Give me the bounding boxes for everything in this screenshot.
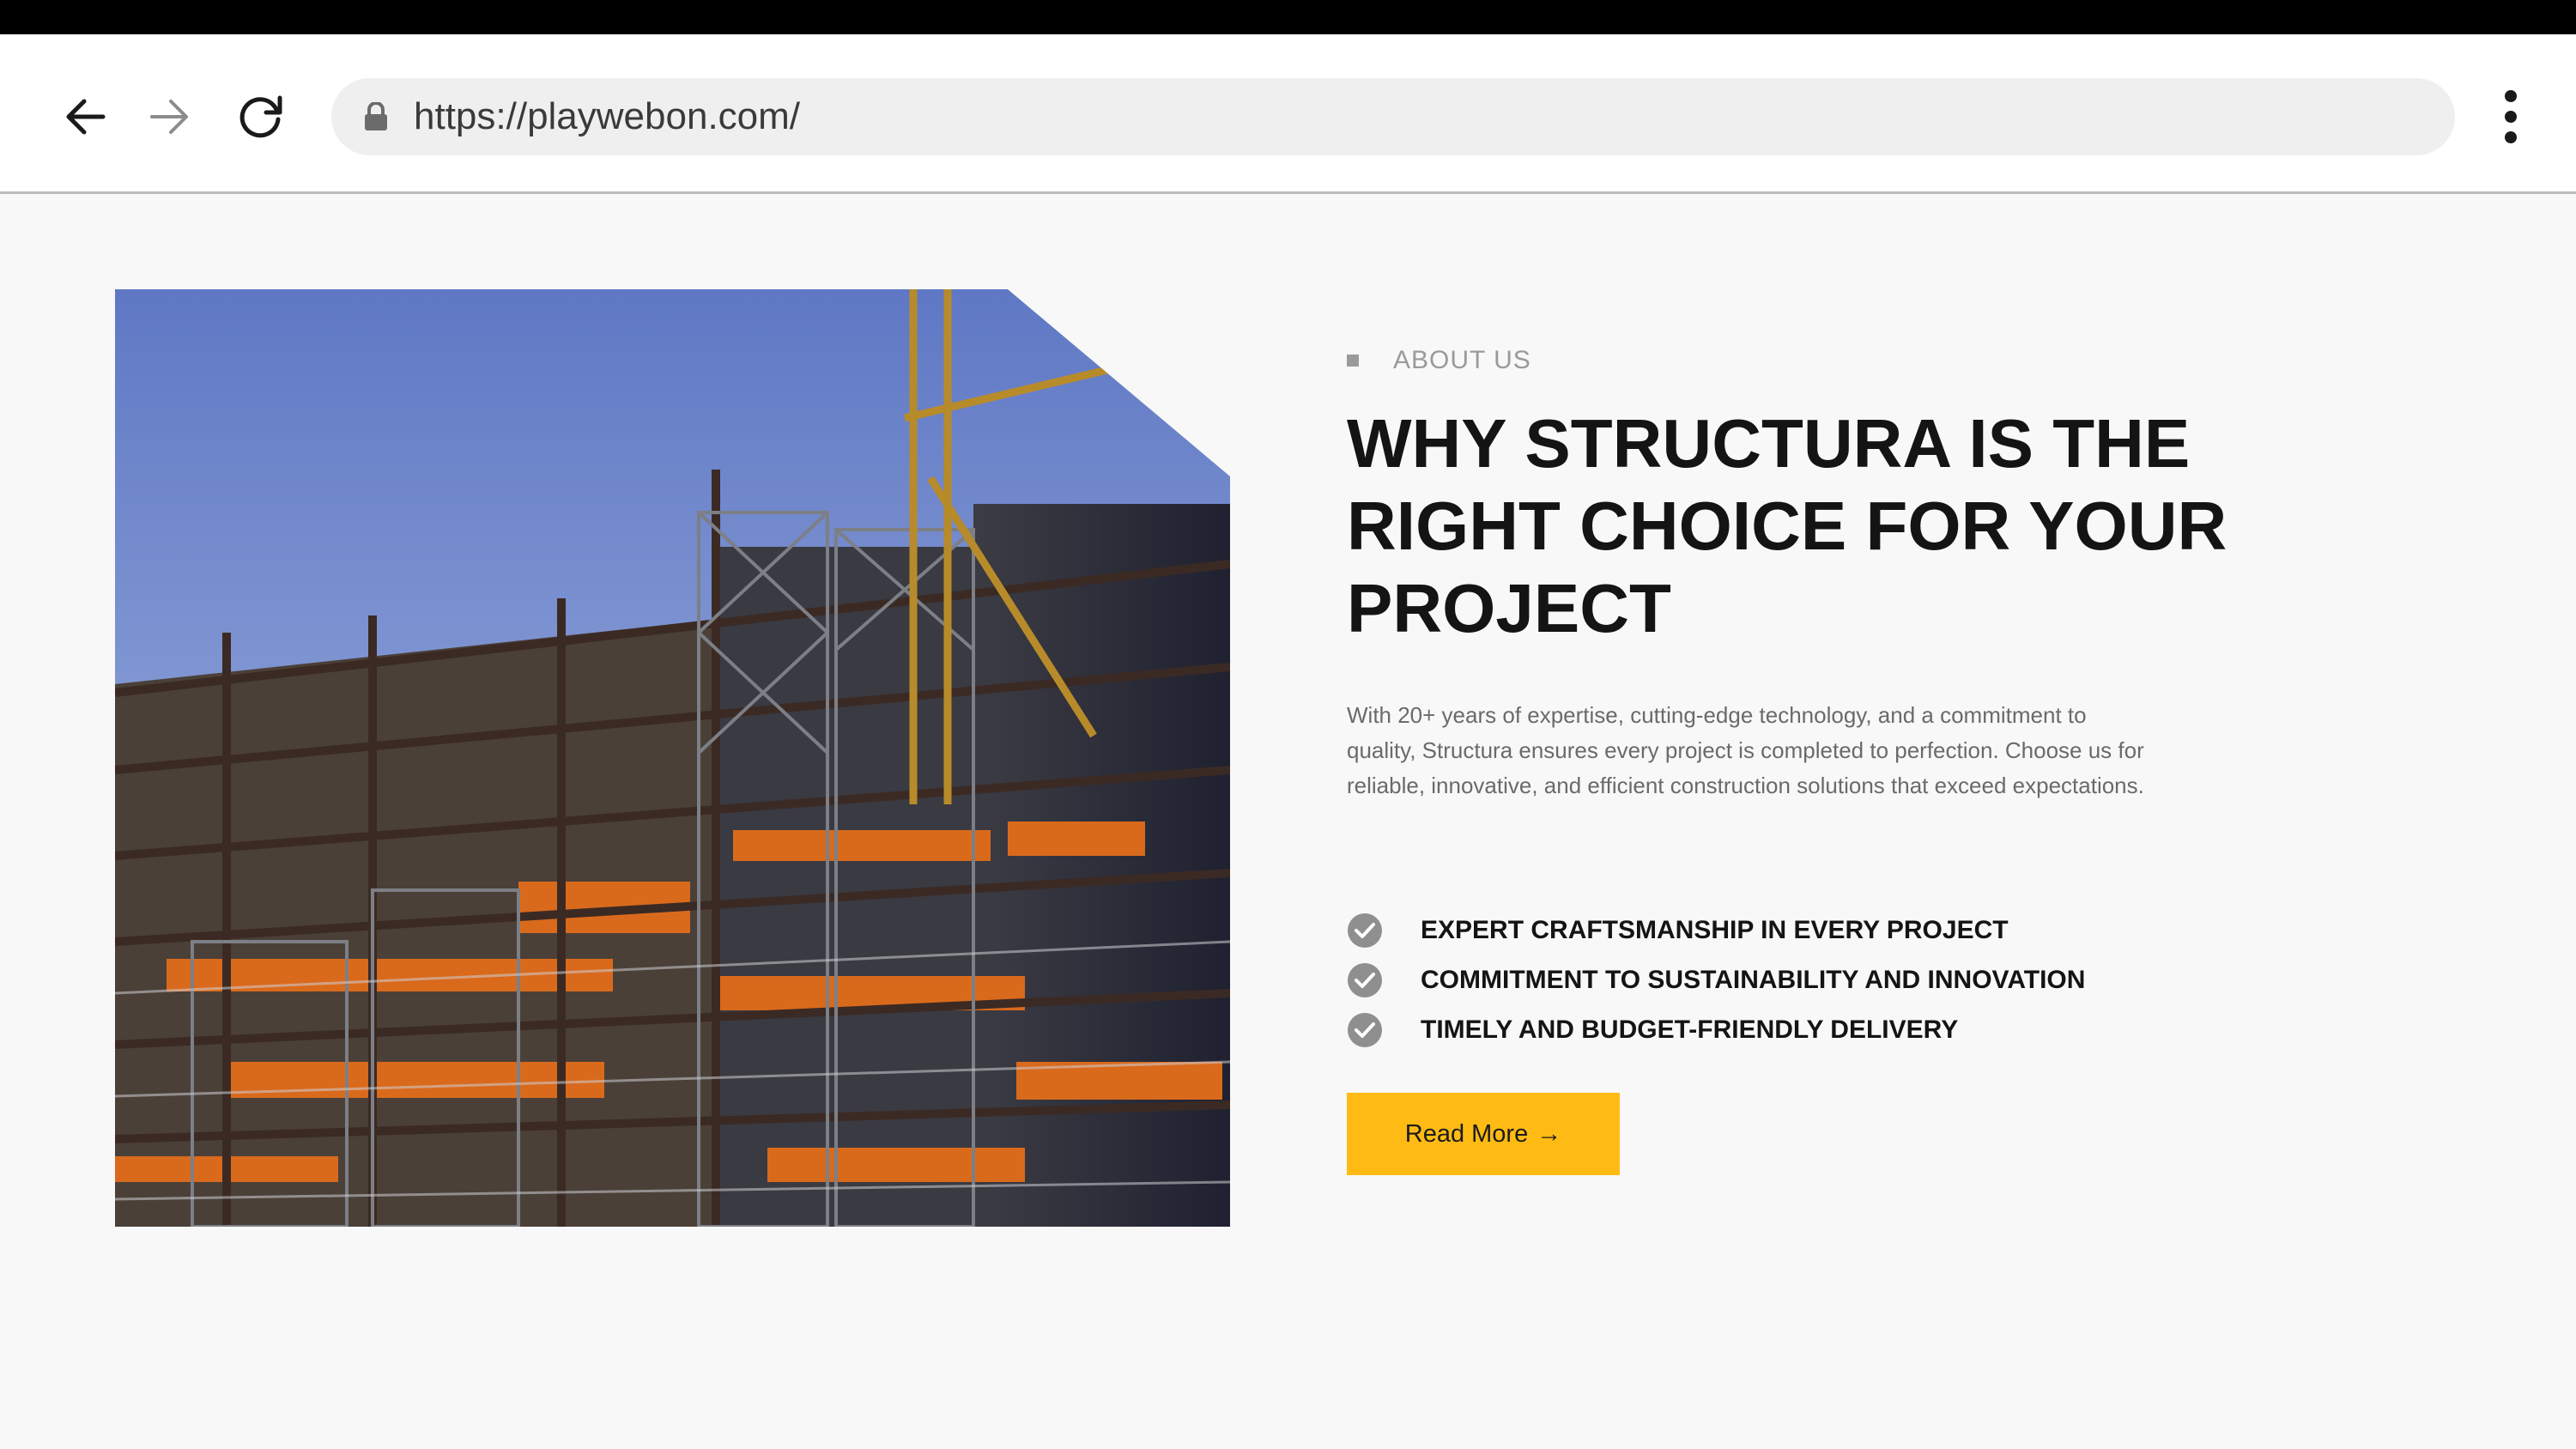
reload-button[interactable] bbox=[209, 65, 312, 168]
headline-line: RIGHT CHOICE FOR YOUR bbox=[1347, 488, 2227, 564]
check-circle-icon bbox=[1348, 963, 1382, 997]
headline-line: PROJECT bbox=[1347, 570, 1671, 646]
feature-label: EXPERT CRAFTSMANSHIP IN EVERY PROJECT bbox=[1421, 916, 2009, 944]
browser-menu-button[interactable] bbox=[2481, 82, 2541, 151]
reload-icon bbox=[239, 95, 282, 138]
section-description: With 20+ years of expertise, cutting-edg… bbox=[1347, 702, 2144, 798]
feature-item: COMMITMENT TO SUSTAINABILITY AND INNOVAT… bbox=[1347, 955, 2085, 1005]
check-circle-icon bbox=[1348, 913, 1382, 948]
section-headline: WHY STRUCTURA IS THE RIGHT CHOICE FOR YO… bbox=[1347, 403, 2291, 650]
feature-label: TIMELY AND BUDGET-FRIENDLY DELIVERY bbox=[1421, 1016, 1959, 1044]
lock-icon bbox=[365, 102, 387, 130]
read-more-button[interactable]: Read More → bbox=[1347, 1093, 1620, 1175]
eyebrow-label: ABOUT US bbox=[1393, 346, 1531, 374]
read-more-label: Read More bbox=[1404, 1119, 1529, 1148]
url-text: https://playwebon.com/ bbox=[414, 95, 801, 137]
more-vert-icon bbox=[2505, 90, 2517, 143]
eyebrow-square-icon bbox=[1347, 355, 1359, 367]
feature-label: COMMITMENT TO SUSTAINABILITY AND INNOVAT… bbox=[1421, 966, 2086, 994]
check-circle-icon bbox=[1348, 1013, 1382, 1047]
forward-button[interactable] bbox=[118, 65, 221, 168]
feature-item: TIMELY AND BUDGET-FRIENDLY DELIVERY bbox=[1347, 1005, 2085, 1055]
construction-image bbox=[115, 289, 1230, 1227]
feature-item: EXPERT CRAFTSMANSHIP IN EVERY PROJECT bbox=[1347, 906, 2085, 955]
section-eyebrow: ABOUT US bbox=[1347, 346, 1531, 375]
arrow-left-icon bbox=[66, 99, 106, 135]
arrow-right-icon: → bbox=[1537, 1119, 1562, 1148]
feature-list: EXPERT CRAFTSMANSHIP IN EVERY PROJECT CO… bbox=[1347, 906, 2085, 1055]
about-section: ABOUT US WHY STRUCTURA IS THE RIGHT CHOI… bbox=[0, 197, 2576, 1449]
address-bar[interactable]: https://playwebon.com/ bbox=[331, 78, 2455, 155]
browser-toolbar: https://playwebon.com/ bbox=[0, 34, 2576, 194]
headline-line: WHY STRUCTURA IS THE bbox=[1347, 405, 2191, 482]
arrow-right-icon bbox=[150, 100, 188, 134]
system-top-strip bbox=[0, 0, 2576, 34]
